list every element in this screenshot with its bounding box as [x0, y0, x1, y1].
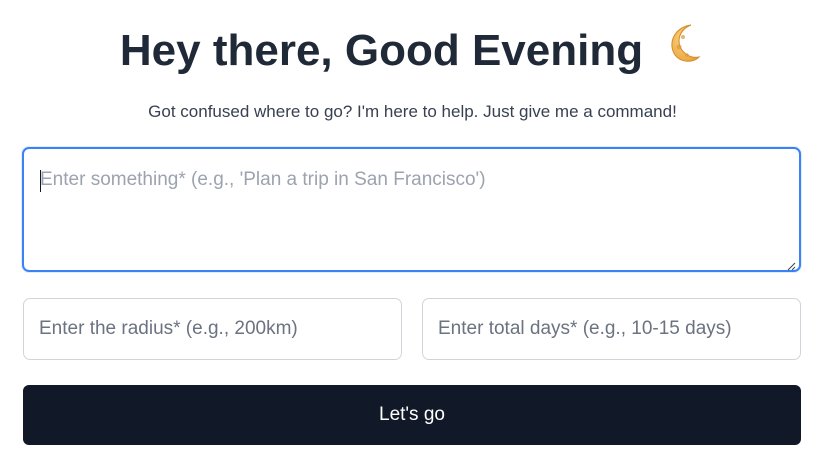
- resize-handle-icon[interactable]: [787, 258, 796, 271]
- days-input[interactable]: [423, 299, 800, 359]
- days-field: [422, 298, 801, 360]
- crescent-moon-icon: [661, 21, 705, 78]
- radius-input[interactable]: [24, 299, 401, 359]
- command-box: [22, 147, 801, 272]
- lets-go-button[interactable]: Let's go: [23, 385, 801, 445]
- greeting-heading: Hey there, Good Evening: [0, 24, 825, 78]
- trip-planner-page: Hey there, Good Evening Got confused whe…: [0, 0, 825, 460]
- radius-field: [23, 298, 402, 360]
- greeting-text: Hey there, Good Evening: [119, 26, 644, 75]
- subtitle-text: Got confused where to go? I'm here to he…: [148, 102, 677, 121]
- command-input[interactable]: [24, 149, 799, 270]
- text-caret: [40, 170, 41, 192]
